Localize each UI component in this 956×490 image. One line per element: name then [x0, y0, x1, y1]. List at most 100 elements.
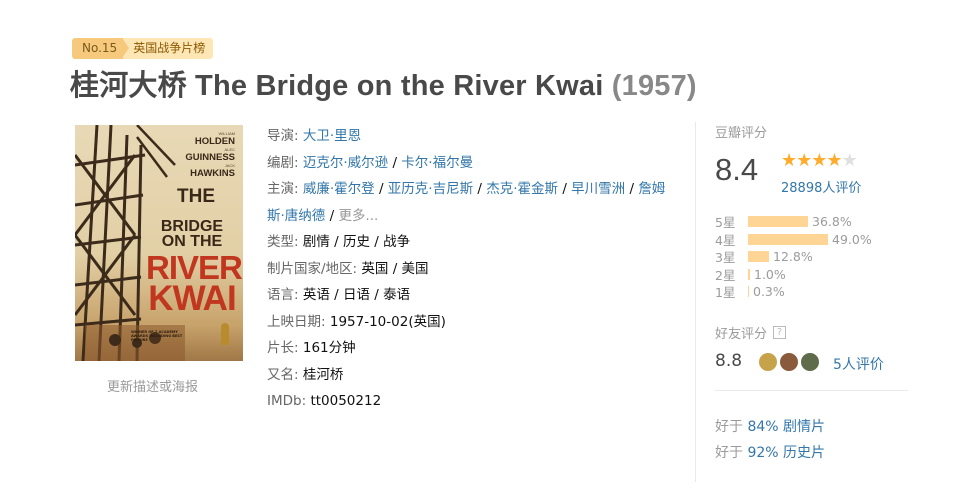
better-than-row: 好于 92% 历史片	[715, 442, 825, 462]
info-label: 编剧:	[267, 154, 299, 171]
star-icon: ★	[811, 150, 827, 171]
rank-list-name[interactable]: 英国战争片榜	[122, 38, 214, 59]
better-than-row: 好于 84% 剧情片	[715, 416, 825, 436]
cast-link[interactable]: 杰克·霍金斯	[486, 181, 558, 197]
poster-title-line: BRIDGE ON THE	[160, 218, 224, 250]
info-runtime: 片长: 161分钟	[267, 335, 677, 362]
friends-count-link[interactable]: 5人评价	[833, 354, 884, 374]
friends-rating-header: 好友评分 ?	[715, 323, 787, 342]
info-genre: 类型: 剧情 / 历史 / 战争	[267, 229, 677, 256]
poster-cast-name: HOLDEN	[194, 136, 235, 147]
divider	[715, 390, 908, 391]
better-than-prefix: 好于	[715, 445, 743, 461]
movie-title: 桂河大桥 The Bridge on the River Kwai (1957)	[70, 62, 697, 104]
better-than-link[interactable]: 92% 历史片	[747, 445, 825, 461]
poster-cast-name: HAWKINS	[190, 168, 235, 179]
star-icon: ★	[826, 150, 842, 171]
poster-cast-name: GUINNESS	[185, 152, 235, 163]
star-icon: ★	[781, 150, 797, 171]
friends-rating-label: 好友评分	[715, 327, 768, 342]
distribution-percent: 1.0%	[754, 266, 786, 282]
distribution-label: 2星	[715, 267, 736, 283]
movie-poster[interactable]: WILLIAM HOLDEN ALEC GUINNESS JACK HAWKIN…	[75, 125, 243, 361]
oscar-statue-icon	[221, 323, 229, 345]
distribution-row: 1星 0.3%	[715, 283, 905, 301]
rating-stars: ★★★★★	[781, 150, 858, 171]
language-value: 英语 / 日语 / 泰语	[302, 287, 411, 303]
distribution-percent: 36.8%	[812, 214, 852, 230]
distribution-label: 5星	[715, 215, 736, 231]
country-value: 英国 / 美国	[361, 260, 429, 277]
poster-award-text: WINNER OF 7 ACADEMY AWARDS INCLUDING BES…	[131, 330, 183, 342]
distribution-percent: 12.8%	[773, 249, 813, 265]
star-icon: ★	[796, 150, 812, 171]
info-label: IMDb:	[267, 393, 307, 409]
info-label: 导演:	[267, 128, 299, 144]
info-director: 导演: 大卫·里恩	[267, 123, 677, 150]
friend-avatar[interactable]	[800, 352, 820, 372]
poster-title-kwai: KWAI	[148, 279, 236, 318]
rating-header: 豆瓣评分	[715, 126, 768, 141]
rank-badge[interactable]: No.15 英国战争片榜	[72, 38, 214, 59]
friends-avatars	[758, 352, 821, 372]
distribution-row: 4星 49.0%	[715, 231, 905, 249]
info-release-date: 上映日期: 1957-10-02(英国)	[267, 309, 677, 336]
distribution-row: 3星 12.8%	[715, 248, 905, 266]
distribution-row: 2星 1.0%	[715, 266, 905, 284]
info-label: 语言:	[267, 287, 299, 303]
genre-value: 剧情 / 历史 / 战争	[302, 234, 411, 250]
distribution-bar	[748, 286, 749, 298]
info-cast: 主演: 威廉·霍尔登 / 亚历克·吉尼斯 / 杰克·霍金斯 / 早川雪洲 / 詹…	[267, 181, 666, 224]
movie-title-text: 桂河大桥 The Bridge on the River Kwai	[70, 70, 604, 102]
distribution-bar	[748, 216, 808, 228]
help-icon[interactable]: ?	[773, 326, 787, 339]
info-label: 片长:	[267, 340, 299, 356]
friends-rating-score: 8.8	[715, 351, 743, 371]
poster-title-line: THE	[177, 186, 215, 207]
info-label: 上映日期:	[267, 313, 326, 330]
distribution-label: 4星	[715, 232, 736, 248]
rating-distribution: 5星 36.8% 4星 49.0% 3星 12.8% 2星 1.0% 1星 0.3%	[715, 213, 905, 301]
imdb-value: tt0050212	[310, 393, 382, 409]
info-label: 制片国家/地区:	[267, 260, 358, 277]
poster-cast: WILLIAM HOLDEN ALEC GUINNESS JACK HAWKIN…	[185, 131, 235, 179]
better-than-link[interactable]: 84% 剧情片	[747, 419, 825, 435]
writer-link[interactable]: 迈克尔·威尔逊	[303, 155, 388, 171]
friend-avatar[interactable]	[779, 352, 799, 372]
cast-link[interactable]: 早川雪洲	[571, 181, 625, 197]
cast-link[interactable]: 亚历克·吉尼斯	[388, 181, 473, 197]
distribution-bar	[748, 233, 828, 245]
friend-avatar[interactable]	[758, 352, 778, 372]
info-label: 主演:	[267, 181, 299, 197]
rating-panel: 豆瓣评分 8.4 ★★★★★ 28898人评价 5星 36.8% 4星 49.0% 3星…	[695, 122, 910, 482]
distribution-percent: 49.0%	[832, 231, 872, 247]
distribution-label: 1星	[715, 285, 736, 301]
rating-score: 8.4	[715, 152, 759, 187]
distribution-percent: 0.3%	[753, 284, 785, 300]
runtime-value: 161分钟	[302, 340, 356, 356]
info-country: 制片国家/地区: 英国 / 美国	[267, 256, 677, 283]
movie-year: (1957)	[611, 70, 697, 102]
star-icon: ★	[841, 150, 858, 171]
movie-info: 导演: 大卫·里恩 编剧: 迈克尔·威尔逊 / 卡尔·福尔曼 主演: 威廉·霍尔…	[267, 123, 677, 415]
director-link[interactable]: 大卫·里恩	[303, 128, 361, 144]
aka-value: 桂河桥	[302, 366, 344, 383]
distribution-row: 5星 36.8%	[715, 213, 905, 231]
info-label: 又名:	[267, 366, 299, 383]
info-imdb: IMDb: tt0050212	[267, 388, 677, 415]
rank-number: No.15	[72, 38, 124, 59]
writer-link[interactable]: 卡尔·福尔曼	[401, 155, 473, 171]
distribution-label: 3星	[715, 250, 736, 266]
info-label: 类型:	[267, 234, 299, 250]
update-description-link[interactable]: 更新描述或海报	[107, 376, 198, 395]
info-writer: 编剧: 迈克尔·威尔逊 / 卡尔·福尔曼	[267, 154, 474, 171]
distribution-bar	[748, 251, 769, 263]
rating-count-link[interactable]: 28898人评价	[781, 177, 861, 196]
info-aka: 又名: 桂河桥	[267, 362, 677, 389]
cast-link[interactable]: 威廉·霍尔登	[303, 181, 375, 197]
better-than-prefix: 好于	[715, 419, 743, 435]
cast-more-link[interactable]: 更多...	[338, 208, 378, 224]
info-language: 语言: 英语 / 日语 / 泰语	[267, 282, 677, 309]
distribution-bar	[748, 268, 750, 280]
release-date-value: 1957-10-02(英国)	[329, 313, 446, 330]
